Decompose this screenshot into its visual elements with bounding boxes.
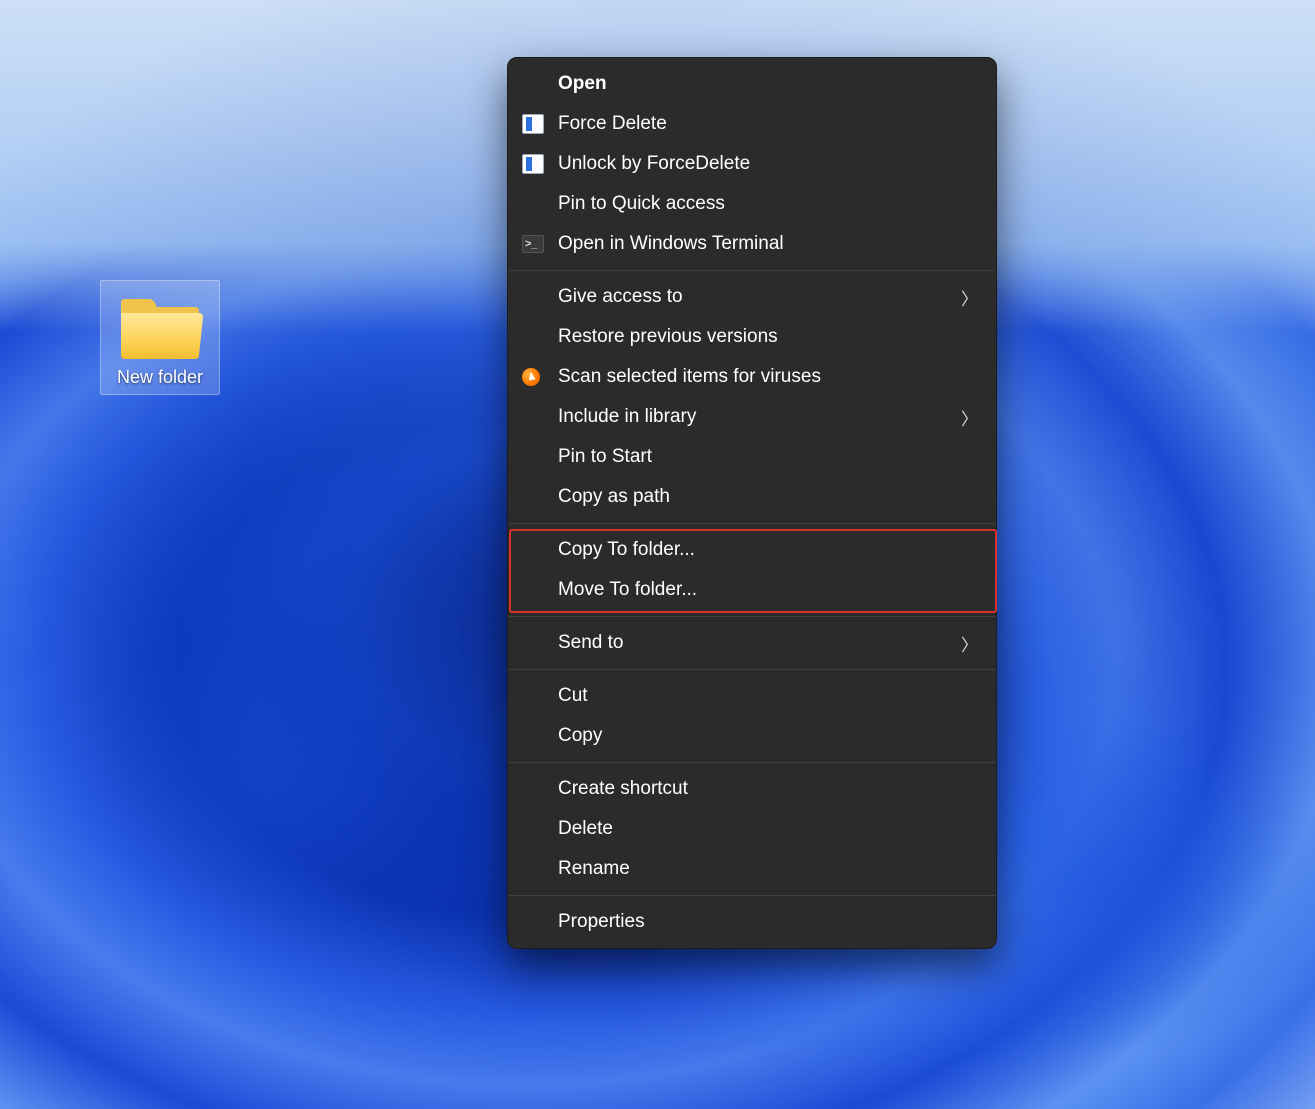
terminal-icon: >_ [522, 235, 558, 253]
desktop-folder-label: New folder [117, 367, 203, 388]
menu-item-label: Properties [558, 911, 978, 933]
menu-separator [508, 523, 996, 524]
app-icon [522, 154, 558, 174]
menu-item-delete[interactable]: Delete [508, 809, 996, 849]
menu-item-open-in-windows-terminal[interactable]: >_ Open in Windows Terminal [508, 224, 996, 264]
menu-item-label: Restore previous versions [558, 326, 978, 348]
menu-item-open[interactable]: Open [508, 64, 996, 104]
menu-item-label: Copy as path [558, 486, 978, 508]
folder-icon [117, 285, 203, 363]
menu-item-restore-previous-versions[interactable]: Restore previous versions [508, 317, 996, 357]
chevron-right-icon: 〉 [961, 285, 978, 310]
menu-item-rename[interactable]: Rename [508, 849, 996, 889]
menu-item-pin-to-start[interactable]: Pin to Start [508, 437, 996, 477]
avast-icon [522, 368, 558, 386]
menu-item-scan-selected-items-for-viruses[interactable]: Scan selected items for viruses [508, 357, 996, 397]
terminal-icon: >_ [522, 235, 544, 253]
menu-item-properties[interactable]: Properties [508, 902, 996, 942]
menu-item-label: Open in Windows Terminal [558, 233, 978, 255]
menu-item-label: Open [558, 73, 978, 95]
menu-separator [508, 762, 996, 763]
menu-item-give-access-to[interactable]: Give access to〉 [508, 277, 996, 317]
menu-item-label: Send to [558, 632, 961, 654]
menu-item-copy-as-path[interactable]: Copy as path [508, 477, 996, 517]
chevron-right-icon: 〉 [961, 405, 978, 430]
menu-item-label: Move To folder... [558, 579, 978, 601]
menu-item-label: Create shortcut [558, 778, 978, 800]
menu-item-label: Give access to [558, 286, 961, 308]
menu-item-move-to-folder[interactable]: Move To folder... [508, 570, 996, 610]
menu-item-create-shortcut[interactable]: Create shortcut [508, 769, 996, 809]
menu-separator [508, 895, 996, 896]
chevron-right-icon: 〉 [961, 631, 978, 656]
menu-item-cut[interactable]: Cut [508, 676, 996, 716]
menu-separator [508, 616, 996, 617]
menu-item-label: Copy To folder... [558, 539, 978, 561]
app-icon [522, 114, 558, 134]
context-menu: Open Force Delete Unlock by ForceDelete Pin… [507, 57, 997, 949]
menu-item-pin-to-quick-access[interactable]: Pin to Quick access [508, 184, 996, 224]
menu-item-label: Pin to Quick access [558, 193, 978, 215]
menu-item-force-delete[interactable]: Force Delete [508, 104, 996, 144]
menu-separator [508, 270, 996, 271]
menu-item-label: Unlock by ForceDelete [558, 153, 978, 175]
menu-item-label: Copy [558, 725, 978, 747]
menu-item-label: Delete [558, 818, 978, 840]
menu-item-label: Rename [558, 858, 978, 880]
desktop-folder-icon[interactable]: New folder [100, 280, 220, 395]
menu-item-copy-to-folder[interactable]: Copy To folder... [508, 530, 996, 570]
menu-item-label: Include in library [558, 406, 961, 428]
menu-item-label: Scan selected items for viruses [558, 366, 978, 388]
menu-item-copy[interactable]: Copy [508, 716, 996, 756]
menu-item-label: Force Delete [558, 113, 978, 135]
avast-icon [522, 368, 540, 386]
menu-item-label: Pin to Start [558, 446, 978, 468]
menu-item-unlock-by-forcedelete[interactable]: Unlock by ForceDelete [508, 144, 996, 184]
menu-separator [508, 669, 996, 670]
app-icon [522, 114, 544, 134]
menu-item-include-in-library[interactable]: Include in library〉 [508, 397, 996, 437]
app-icon [522, 154, 544, 174]
menu-item-label: Cut [558, 685, 978, 707]
menu-item-send-to[interactable]: Send to〉 [508, 623, 996, 663]
